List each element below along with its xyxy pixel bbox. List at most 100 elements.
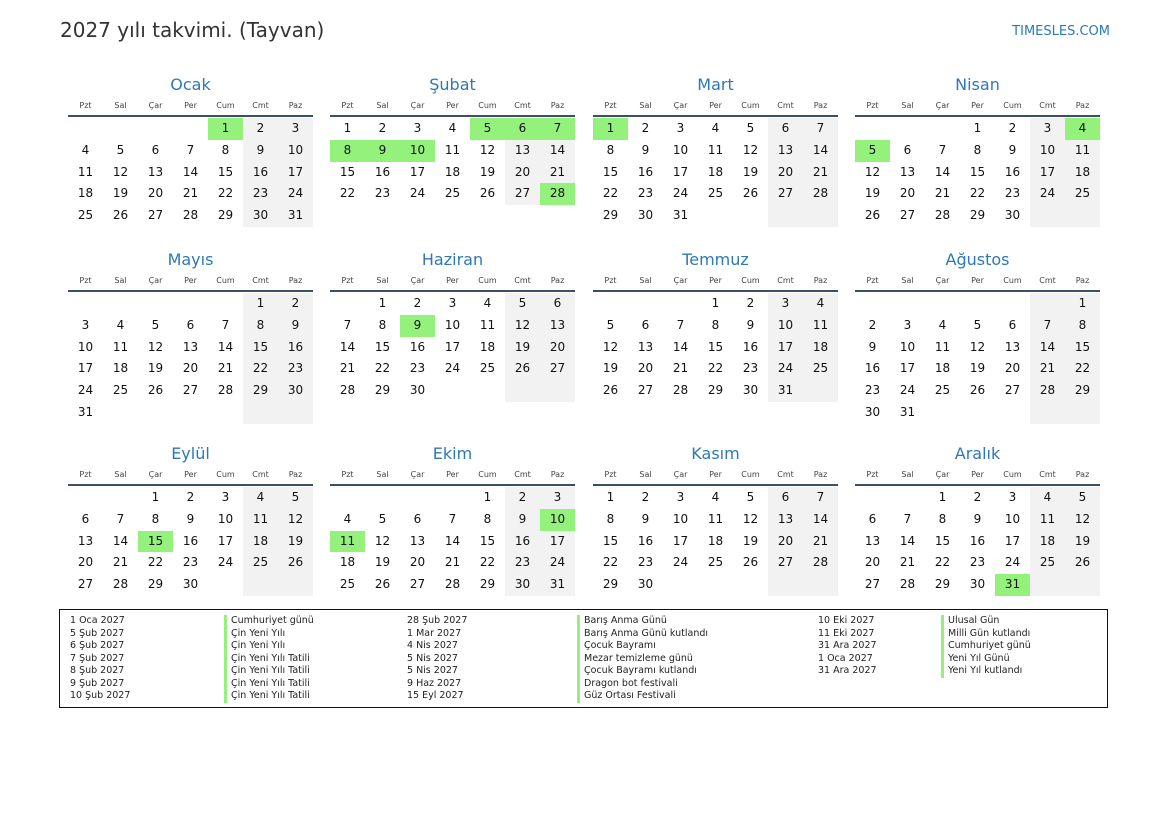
holiday-name: Barış Anma Günü	[577, 615, 708, 628]
site-link[interactable]: TIMESLES.COM	[1012, 24, 1110, 39]
day-cell: 1	[378, 296, 387, 310]
weekday-label: Paz	[288, 276, 303, 285]
empty-cell	[890, 293, 925, 315]
weekday-label: Sal	[376, 101, 389, 110]
day-cell: 10	[672, 511, 689, 526]
day-cell: 15	[969, 164, 986, 179]
day-grid: 1 2 3 4 5 6 7 8 9 10 11 12 13 14 15 16 17 18 19 20 21 22 23 24 2…	[855, 487, 1100, 596]
empty-cell	[803, 380, 838, 402]
day-cell: 15	[138, 530, 173, 553]
day-cell: 3	[540, 487, 575, 509]
day-cell: 1	[606, 490, 615, 504]
day-cell: 15	[479, 533, 496, 548]
day-cell: 12	[864, 164, 881, 179]
empty-cell	[103, 118, 138, 140]
day-cell: 30	[243, 205, 278, 227]
day-cell: 31	[995, 574, 1030, 596]
weekday-label: Sal	[639, 470, 652, 479]
day-cell: 20	[147, 186, 164, 201]
day-cell: 29	[934, 577, 951, 592]
day-cell: 25	[707, 186, 724, 201]
empty-cell	[890, 487, 925, 509]
day-cell: 18	[1065, 161, 1100, 184]
day-cell: 13	[864, 533, 881, 548]
weekday-label: Çar	[148, 101, 163, 110]
weekday-label: Çar	[410, 276, 425, 285]
day-cell: 14	[1030, 336, 1065, 359]
day-cell: 7	[116, 511, 125, 526]
day-cell: 6	[1008, 317, 1017, 332]
day-cell: 10	[217, 511, 234, 526]
day-cell: 13	[768, 508, 803, 531]
day-cell: 27	[768, 552, 803, 575]
weekday-label: Pzt	[866, 101, 879, 110]
day-cell: 10	[400, 139, 435, 162]
day-cell: 22	[707, 361, 724, 376]
day-cell: 20	[637, 361, 654, 376]
day-cell: 15	[707, 339, 724, 354]
day-cell: 30	[278, 380, 313, 402]
day-cell: 23	[742, 361, 759, 376]
day-cell: 11	[444, 142, 461, 157]
day-cell: 20	[77, 555, 94, 570]
day-cell: 8	[483, 511, 492, 526]
weekday-label: Sal	[114, 101, 127, 110]
weekday-label: Cum	[741, 276, 760, 285]
day-cell: 21	[803, 530, 838, 553]
month-5: Mayıs Pzt Sal Çar Per Cum Cmt Paz 1 2 3 4 5 6 7 8 9 10 11 1…	[68, 248, 313, 424]
empty-cell	[855, 487, 890, 509]
day-cell: 23	[243, 183, 278, 206]
day-cell: 15	[243, 336, 278, 359]
day-cell: 24	[768, 358, 803, 381]
weekday-label: Paz	[1075, 276, 1090, 285]
empty-cell	[1065, 574, 1100, 596]
day-cell: 28	[899, 577, 916, 592]
day-cell: 31	[77, 404, 94, 419]
day-cell: 3	[1030, 118, 1065, 140]
empty-cell	[628, 293, 663, 315]
weekday-label: Cum	[216, 101, 235, 110]
day-cell: 11	[77, 164, 94, 179]
weekday-label: Pzt	[341, 101, 354, 110]
day-cell: 12	[374, 533, 391, 548]
holiday-date: 9 Şub 2027	[70, 677, 125, 689]
day-cell: 14	[934, 164, 951, 179]
day-cell: 25	[112, 383, 129, 398]
empty-cell	[925, 293, 960, 315]
day-cell: 4	[803, 293, 838, 315]
empty-cell	[243, 574, 278, 596]
day-cell: 17	[1030, 161, 1065, 184]
day-cell: 23	[374, 186, 391, 201]
empty-cell	[278, 574, 313, 596]
weekday-label: Paz	[288, 101, 303, 110]
day-cell: 24	[444, 361, 461, 376]
empty-cell	[208, 293, 243, 315]
day-cell: 28	[339, 383, 356, 398]
day-cell: 15	[374, 339, 391, 354]
day-cell: 19	[602, 361, 619, 376]
day-cell: 18	[339, 555, 356, 570]
page-title: 2027 yılı takvimi. (Tayvan)	[60, 18, 325, 42]
day-cell: 14	[112, 533, 129, 548]
day-cell: 16	[742, 339, 759, 354]
day-cell: 7	[186, 142, 195, 157]
day-cell: 31	[768, 380, 803, 402]
day-cell: 29	[479, 577, 496, 592]
day-cell: 29	[217, 208, 234, 223]
day-cell: 25	[803, 358, 838, 381]
month-1: Ocak Pzt Sal Çar Per Cum Cmt Paz 1 2 3 4 5 6 7 8 9 10 11 12…	[68, 73, 313, 227]
empty-cell	[138, 293, 173, 315]
day-cell: 8	[330, 139, 365, 162]
day-cell: 17	[278, 161, 313, 184]
day-cell: 10	[278, 139, 313, 162]
empty-cell	[505, 380, 540, 402]
day-cell: 26	[278, 552, 313, 575]
day-cell: 1	[343, 121, 352, 135]
day-cell: 2	[505, 487, 540, 509]
day-cell: 5	[746, 121, 755, 135]
day-cell: 31	[672, 208, 689, 223]
weekday-label: Cmt	[777, 101, 794, 110]
day-cell: 2	[641, 490, 650, 504]
day-cell: 29	[243, 380, 278, 402]
day-cell: 14	[803, 139, 838, 162]
